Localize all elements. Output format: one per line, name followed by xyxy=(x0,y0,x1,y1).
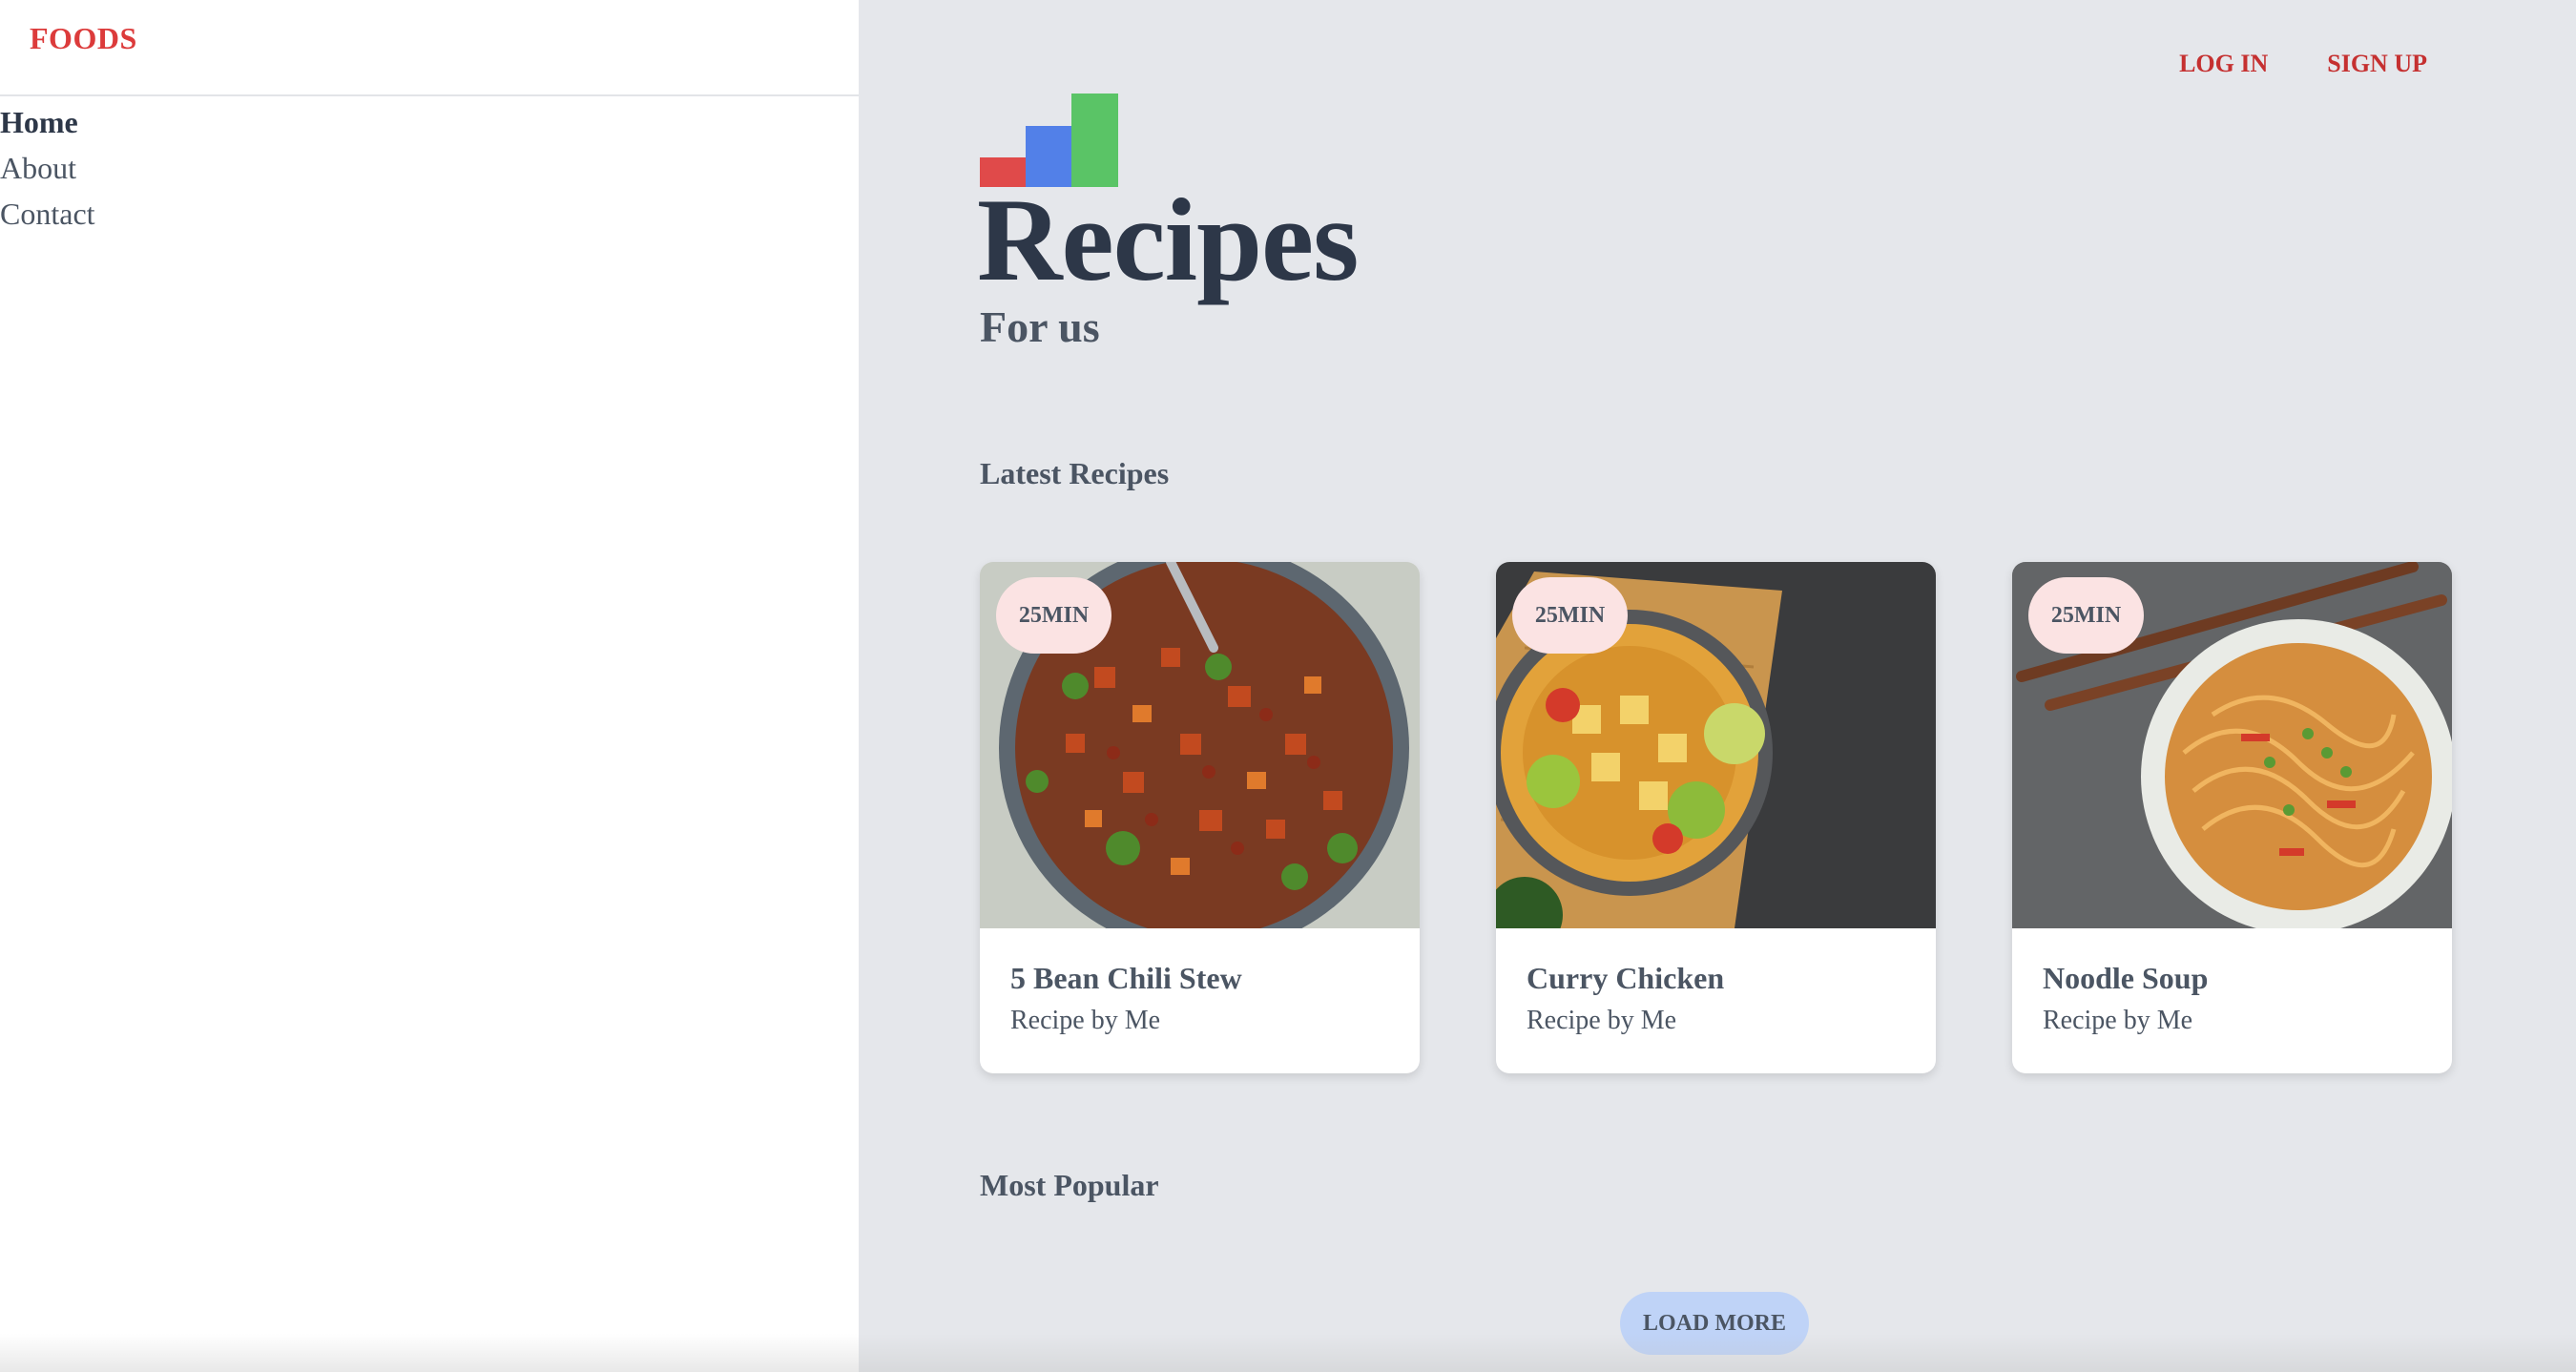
bar-chart-logo-icon xyxy=(980,94,1119,187)
time-badge: 25MIN xyxy=(1512,577,1628,654)
recipe-title: Curry Chicken xyxy=(1527,961,1725,995)
brand-logo-text[interactable]: FOODS xyxy=(30,21,137,56)
curry-bowl-photo: 25MIN xyxy=(1496,562,1936,953)
main-content: LOG IN SIGN UP Recipes For us Latest Rec… xyxy=(859,0,2576,1372)
noodle-bowl-photo: 25MIN xyxy=(2012,562,2452,934)
auth-links: LOG IN SIGN UP xyxy=(2179,50,2427,78)
recipe-author: Recipe by Me xyxy=(1010,1006,1161,1035)
nav-item-home[interactable]: Home xyxy=(0,99,95,145)
signup-link[interactable]: SIGN UP xyxy=(2327,50,2427,78)
recipe-author: Recipe by Me xyxy=(2043,1006,2193,1035)
nav-item-about[interactable]: About xyxy=(0,145,95,191)
page-title: Recipes xyxy=(977,175,1359,305)
logo-bar-green xyxy=(1071,94,1118,187)
nav-item-contact[interactable]: Contact xyxy=(0,191,95,237)
recipe-card-curry-chicken[interactable]: 25MIN Curry Chicken Recipe by Me xyxy=(1496,562,1936,1073)
sidebar-divider xyxy=(0,94,859,96)
sidebar-nav: Home About Contact xyxy=(0,99,95,237)
recipe-title: Noodle Soup xyxy=(2043,961,2209,995)
page-subtitle: For us xyxy=(980,302,1100,351)
sidebar: FOODS Home About Contact xyxy=(0,0,859,1372)
chili-stew-photo: 25MIN xyxy=(980,562,1420,953)
time-badge: 25MIN xyxy=(996,577,1111,654)
latest-recipes-heading: Latest Recipes xyxy=(980,456,1170,490)
most-popular-heading: Most Popular xyxy=(980,1168,1159,1202)
recipe-card-noodle-soup[interactable]: 25MIN Noodle Soup Recipe by Me xyxy=(2012,562,2452,1073)
time-badge: 25MIN xyxy=(2028,577,2144,654)
login-link[interactable]: LOG IN xyxy=(2179,50,2268,78)
recipe-card-chili-stew[interactable]: 25MIN 5 Bean Chili Stew Recipe by Me xyxy=(980,562,1420,1073)
recipe-card-list: 25MIN 5 Bean Chili Stew Recipe by Me 25M… xyxy=(980,562,2452,1073)
load-more-button[interactable]: LOAD MORE xyxy=(1620,1292,1809,1355)
recipe-author: Recipe by Me xyxy=(1527,1006,1677,1035)
recipe-title: 5 Bean Chili Stew xyxy=(1010,961,1242,995)
